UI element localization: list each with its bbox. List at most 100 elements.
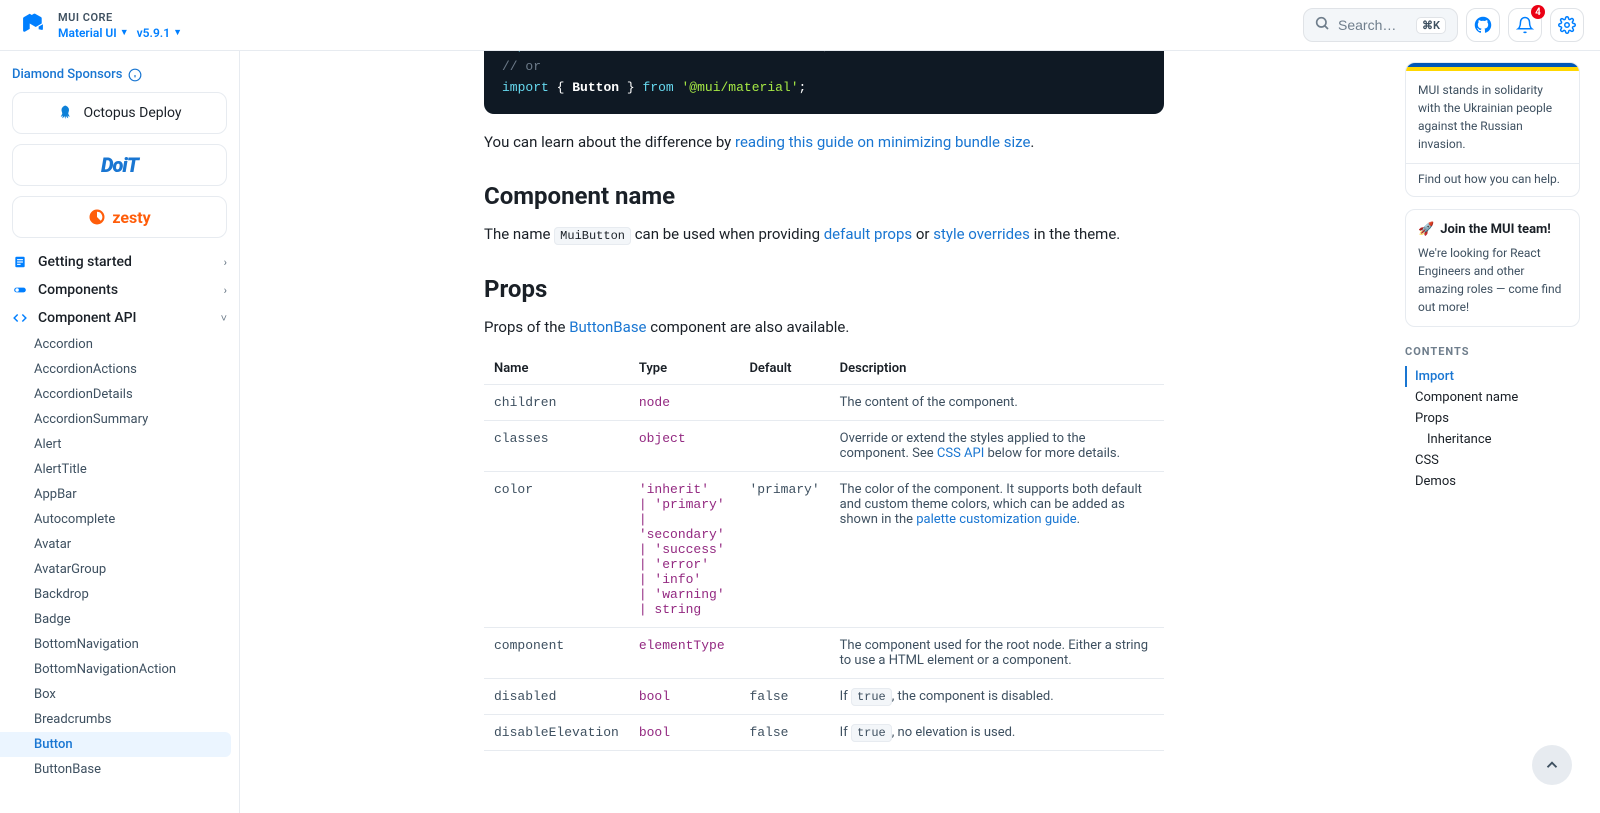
nav-item-box[interactable]: Box xyxy=(0,682,231,707)
prop-default: false xyxy=(749,689,788,704)
ukraine-flag-stripe xyxy=(1406,63,1579,71)
nav-section-getting-started[interactable]: Getting started› xyxy=(0,248,239,276)
prop-name: disabled xyxy=(494,689,556,704)
toc-css[interactable]: CSS xyxy=(1405,450,1580,471)
prop-default: 'primary' xyxy=(749,482,819,497)
prop-desc: Override or extend the styles applied to… xyxy=(830,420,1164,471)
settings-button[interactable] xyxy=(1550,8,1584,42)
notif-badge: 4 xyxy=(1531,5,1545,19)
lib-dropdown[interactable]: Material UI▼ xyxy=(58,26,129,40)
prop-desc: The color of the component. It supports … xyxy=(830,471,1164,627)
desc-link[interactable]: CSS API xyxy=(937,446,984,461)
toc-demos[interactable]: Demos xyxy=(1405,471,1580,492)
col-description: Description xyxy=(830,353,1164,385)
component-name-heading: Component name xyxy=(484,182,1164,210)
scroll-top-button[interactable] xyxy=(1532,745,1572,785)
product-label: MUI CORE xyxy=(58,11,113,24)
chevron-icon: › xyxy=(224,256,227,269)
toc-component-name[interactable]: Component name xyxy=(1405,387,1580,408)
ukraine-card[interactable]: MUI stands in solidarity with the Ukrain… xyxy=(1405,62,1580,197)
col-type: Type xyxy=(629,353,740,385)
join-team-card[interactable]: 🚀Join the MUI team! We're looking for Re… xyxy=(1405,209,1580,327)
prop-name: color xyxy=(494,482,533,497)
nav-item-accordionsummary[interactable]: AccordionSummary xyxy=(0,407,231,432)
search-kbd: ⌘K xyxy=(1416,17,1446,34)
prop-desc: The content of the component. xyxy=(830,384,1164,420)
prop-name: disableElevation xyxy=(494,725,619,740)
col-default: Default xyxy=(739,353,829,385)
props-heading: Props xyxy=(484,275,1164,303)
desc-link[interactable]: palette customization guide xyxy=(916,512,1076,527)
nav-section-components[interactable]: Components› xyxy=(0,276,239,304)
nav-item-accordiondetails[interactable]: AccordionDetails xyxy=(0,382,231,407)
mui-button-code: MuiButton xyxy=(554,227,631,245)
nav-item-alerttitle[interactable]: AlertTitle xyxy=(0,457,231,482)
header-text: MUI CORE Material UI▼ v5.9.1▼ xyxy=(58,11,182,40)
nav-item-bottomnavigation[interactable]: BottomNavigation xyxy=(0,632,231,657)
nav-item-avatargroup[interactable]: AvatarGroup xyxy=(0,557,231,582)
nav-item-accordion[interactable]: Accordion xyxy=(0,332,231,357)
code-icon xyxy=(12,311,28,325)
rocket-icon: 🚀 xyxy=(1418,220,1434,240)
sponsor-doit[interactable]: DoiT xyxy=(12,144,227,186)
chevron-icon: ˅ xyxy=(221,312,227,325)
github-button[interactable] xyxy=(1466,8,1500,42)
info-icon xyxy=(128,68,142,82)
nav-item-breadcrumbs[interactable]: Breadcrumbs xyxy=(0,707,231,732)
search-input[interactable] xyxy=(1338,17,1408,33)
prop-row-disableElevation: disableElevationboolfalseIf true, no ele… xyxy=(484,714,1164,750)
search-box[interactable]: ⌘K xyxy=(1303,8,1458,42)
header-left: MUI CORE Material UI▼ v5.9.1▼ xyxy=(0,9,240,41)
toc-import[interactable]: Import xyxy=(1405,366,1580,387)
prop-type: bool xyxy=(639,725,670,740)
zesty-icon xyxy=(88,208,106,226)
style-overrides-link[interactable]: style overrides xyxy=(933,225,1030,243)
sponsor-zesty[interactable]: zesty xyxy=(12,196,227,238)
nav-item-autocomplete[interactable]: Autocomplete xyxy=(0,507,231,532)
desc-code: true xyxy=(851,724,892,742)
nav-item-appbar[interactable]: AppBar xyxy=(0,482,231,507)
ukraine-text: MUI stands in solidarity with the Ukrain… xyxy=(1406,71,1579,163)
prop-desc: The component used for the root node. Ei… xyxy=(830,627,1164,678)
nav-item-alert[interactable]: Alert xyxy=(0,432,231,457)
prop-desc: If true, the component is disabled. xyxy=(830,678,1164,714)
sponsor-octopus[interactable]: Octopus Deploy xyxy=(12,92,227,134)
chevron-up-icon xyxy=(1543,756,1561,774)
main: Import import Button from '@mui/material… xyxy=(240,0,1200,811)
header-right: ⌘K 4 xyxy=(1303,8,1600,42)
nav-item-avatar[interactable]: Avatar xyxy=(0,532,231,557)
nav-item-bottomnavigationaction[interactable]: BottomNavigationAction xyxy=(0,657,231,682)
prop-name: children xyxy=(494,395,556,410)
nav-item-accordionactions[interactable]: AccordionActions xyxy=(0,357,231,382)
toc-title: CONTENTS xyxy=(1405,339,1580,366)
buttonbase-link[interactable]: ButtonBase xyxy=(569,318,646,336)
toc-inheritance[interactable]: Inheritance xyxy=(1405,429,1580,450)
diamond-sponsors-header[interactable]: Diamond Sponsors xyxy=(0,63,239,92)
props-table: NameTypeDefaultDescription childrennodeT… xyxy=(484,353,1164,751)
bell-icon xyxy=(1516,16,1534,34)
nav-section-component-api[interactable]: Component API˅ xyxy=(0,304,239,332)
prop-row-children: children node The content of the component… xyxy=(484,384,1164,420)
notifications-button[interactable]: 4 xyxy=(1508,8,1542,42)
ukraine-help-link[interactable]: Find out how you can help. xyxy=(1406,163,1579,196)
prop-row-component: componentelementTypeThe component used f… xyxy=(484,627,1164,678)
version-dropdown[interactable]: v5.9.1▼ xyxy=(137,26,182,40)
gear-icon xyxy=(1558,16,1576,34)
join-body: We're looking for React Engineers and ot… xyxy=(1418,244,1567,316)
default-props-link[interactable]: default props xyxy=(824,225,912,243)
chevron-icon: › xyxy=(224,284,227,297)
mui-logo-icon[interactable] xyxy=(16,9,48,41)
nav-item-badge[interactable]: Badge xyxy=(0,607,231,632)
prop-type: object xyxy=(639,431,686,446)
toc-props[interactable]: Props xyxy=(1405,408,1580,429)
nav-item-buttonbase[interactable]: ButtonBase xyxy=(0,757,231,782)
chevron-down-icon: ▼ xyxy=(173,27,182,38)
prop-type: node xyxy=(639,395,670,410)
bundle-size-link[interactable]: reading this guide on minimizing bundle … xyxy=(735,133,1030,151)
prop-desc: If true, no elevation is used. xyxy=(830,714,1164,750)
nav-item-backdrop[interactable]: Backdrop xyxy=(0,582,231,607)
prop-type: 'inherit' | 'primary' | 'secondary' | 's… xyxy=(639,482,725,617)
desc-code: true xyxy=(851,688,892,706)
nav-item-button[interactable]: Button xyxy=(0,732,231,757)
rightbar: MUI stands in solidarity with the Ukrain… xyxy=(1405,62,1580,492)
